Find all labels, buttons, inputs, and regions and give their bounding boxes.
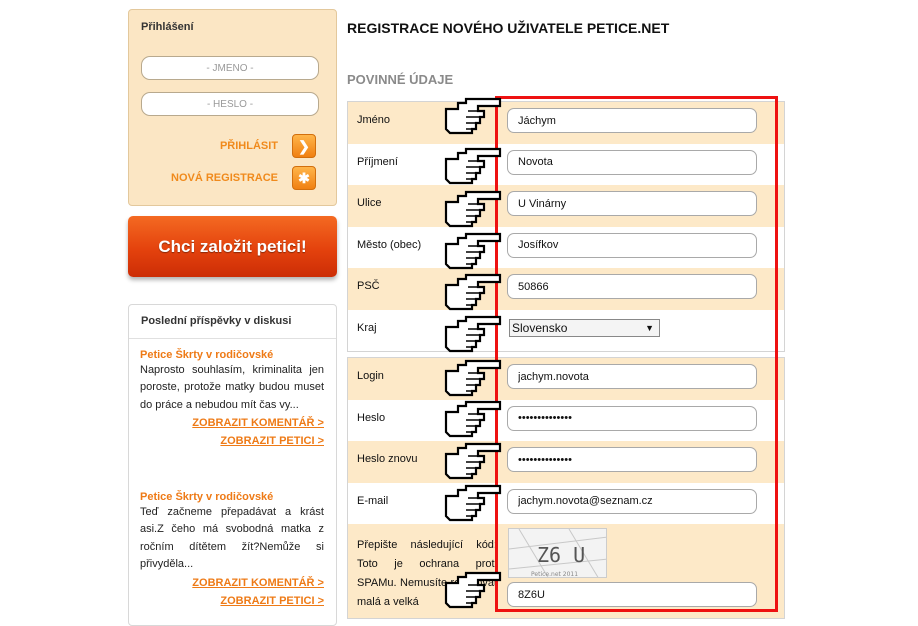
divider	[129, 338, 336, 339]
section-title: POVINNÉ ÚDAJE	[347, 72, 454, 87]
login-label: Login	[357, 370, 384, 382]
captcha-input[interactable]	[507, 582, 757, 607]
password-input[interactable]	[507, 405, 757, 431]
captcha-image-text: Z6 U	[537, 543, 585, 567]
region-label: Kraj	[357, 321, 377, 334]
street-input[interactable]	[507, 191, 757, 216]
captcha-image: Z6 U Petice.net 2011	[508, 528, 607, 578]
account-info-form: Login Heslo Heslo znovu E-mail Přepište …	[347, 357, 785, 619]
discussion-post: Petice Škrty v rodičovské Naprosto souhl…	[140, 349, 324, 450]
email-label: E-mail	[357, 494, 389, 507]
city-input[interactable]	[507, 232, 757, 258]
pointing-hand-icon	[444, 315, 502, 353]
post-text: Teď začneme přepadávat a krást asi.Z čeh…	[140, 506, 324, 571]
login-input[interactable]	[507, 364, 757, 389]
street-label: Ulice	[357, 197, 382, 209]
form-row-city: Město (obec)	[348, 227, 784, 269]
password-repeat-label: Heslo znovu	[357, 453, 418, 465]
zip-input[interactable]	[507, 274, 757, 299]
form-row-captcha: Přepište následující kód: Toto je ochran…	[348, 524, 784, 618]
discussion-panel: Poslední příspěvky v diskusi Petice Škrt…	[128, 304, 337, 626]
form-row-password-repeat: Heslo znovu	[348, 441, 784, 483]
surname-input[interactable]	[507, 149, 757, 175]
pointing-hand-icon	[444, 232, 502, 270]
password-input[interactable]	[141, 92, 319, 116]
show-petition-link[interactable]: ZOBRAZIT PETICI >	[140, 592, 324, 610]
captcha-graphic: Z6 U Petice.net 2011	[509, 529, 606, 578]
discussion-post: Petice Škrty v rodičovské Teď začneme př…	[140, 491, 324, 610]
password-repeat-input[interactable]	[507, 447, 757, 472]
pointing-hand-icon	[444, 97, 502, 135]
pointing-hand-icon	[444, 400, 502, 438]
captcha-image-caption: Petice.net 2011	[531, 571, 578, 578]
pointing-hand-icon	[444, 273, 502, 311]
register-link[interactable]: NOVÁ REGISTRACE	[171, 172, 278, 184]
pointing-hand-icon	[444, 484, 502, 522]
login-title: Přihlášení	[141, 21, 194, 33]
username-input[interactable]	[141, 56, 319, 80]
form-row-email: E-mail	[348, 483, 784, 525]
form-row-name: Jméno	[348, 102, 784, 144]
create-petition-button[interactable]: Chci založit petici!	[128, 216, 337, 277]
login-panel: Přihlášení PŘIHLÁSIT ❯ NOVÁ REGISTRACE ✱	[128, 9, 337, 206]
pointing-hand-icon	[444, 190, 502, 228]
pointing-hand-icon	[444, 442, 502, 480]
asterisk-icon: ✱	[298, 169, 310, 186]
post-title[interactable]: Petice Škrty v rodičovské	[140, 349, 324, 361]
post-text: Naprosto souhlasím, kriminalita jen poro…	[140, 364, 324, 411]
form-row-login: Login	[348, 358, 784, 400]
show-comment-link[interactable]: ZOBRAZIT KOMENTÁŘ >	[140, 574, 324, 592]
personal-info-form: Jméno Příjmení Ulice Město (obec) PSČ Kr…	[347, 101, 785, 352]
pointing-hand-icon	[444, 147, 502, 185]
region-selected-value: Slovensko	[512, 320, 568, 335]
pointing-hand-icon	[444, 359, 502, 397]
form-row-street: Ulice	[348, 185, 784, 227]
login-arrow-button[interactable]: ❯	[292, 134, 316, 158]
chevron-right-icon: ❯	[298, 137, 310, 154]
region-select[interactable]: Slovensko ▼	[509, 318, 660, 337]
zip-label: PSČ	[357, 280, 380, 292]
email-input[interactable]	[507, 488, 757, 514]
city-label: Město (obec)	[357, 238, 422, 251]
register-button[interactable]: ✱	[292, 166, 316, 190]
surname-label: Příjmení	[357, 155, 398, 168]
form-row-region: Kraj Slovensko ▼	[348, 310, 784, 352]
form-row-password: Heslo	[348, 400, 784, 442]
name-input[interactable]	[507, 108, 757, 133]
page-title: REGISTRACE NOVÉHO UŽIVATELE PETICE.NET	[347, 20, 670, 36]
name-label: Jméno	[357, 114, 391, 126]
form-row-zip: PSČ	[348, 268, 784, 310]
password-label: Heslo	[357, 411, 386, 424]
login-link[interactable]: PŘIHLÁSIT	[220, 140, 278, 152]
dropdown-arrow-icon: ▼	[645, 322, 654, 333]
pointing-hand-icon	[444, 571, 502, 609]
post-title[interactable]: Petice Škrty v rodičovské	[140, 491, 324, 503]
form-row-surname: Příjmení	[348, 144, 784, 186]
show-petition-link[interactable]: ZOBRAZIT PETICI >	[140, 432, 324, 450]
show-comment-link[interactable]: ZOBRAZIT KOMENTÁŘ >	[140, 414, 324, 432]
discussion-title: Poslední příspěvky v diskusi	[141, 315, 292, 327]
